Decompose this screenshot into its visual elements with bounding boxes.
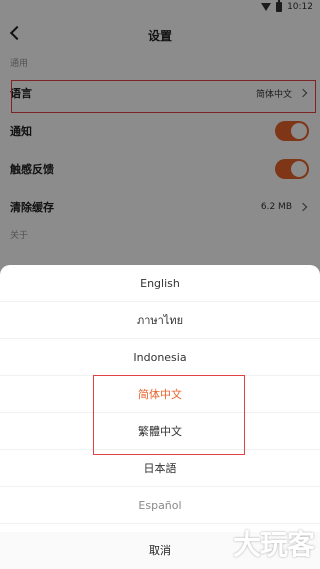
- watermark-logo: 大玩客: [232, 528, 315, 561]
- language-option-english[interactable]: English: [0, 265, 320, 302]
- language-option-simplified-chinese[interactable]: 简体中文: [0, 376, 320, 413]
- language-option-japanese[interactable]: 日本語: [0, 450, 320, 487]
- language-option-spanish[interactable]: Español: [0, 487, 320, 524]
- language-option-traditional-chinese[interactable]: 繁體中文: [0, 413, 320, 450]
- language-option-thai[interactable]: ภาษาไทย: [0, 302, 320, 339]
- language-option-indonesian[interactable]: Indonesia: [0, 339, 320, 376]
